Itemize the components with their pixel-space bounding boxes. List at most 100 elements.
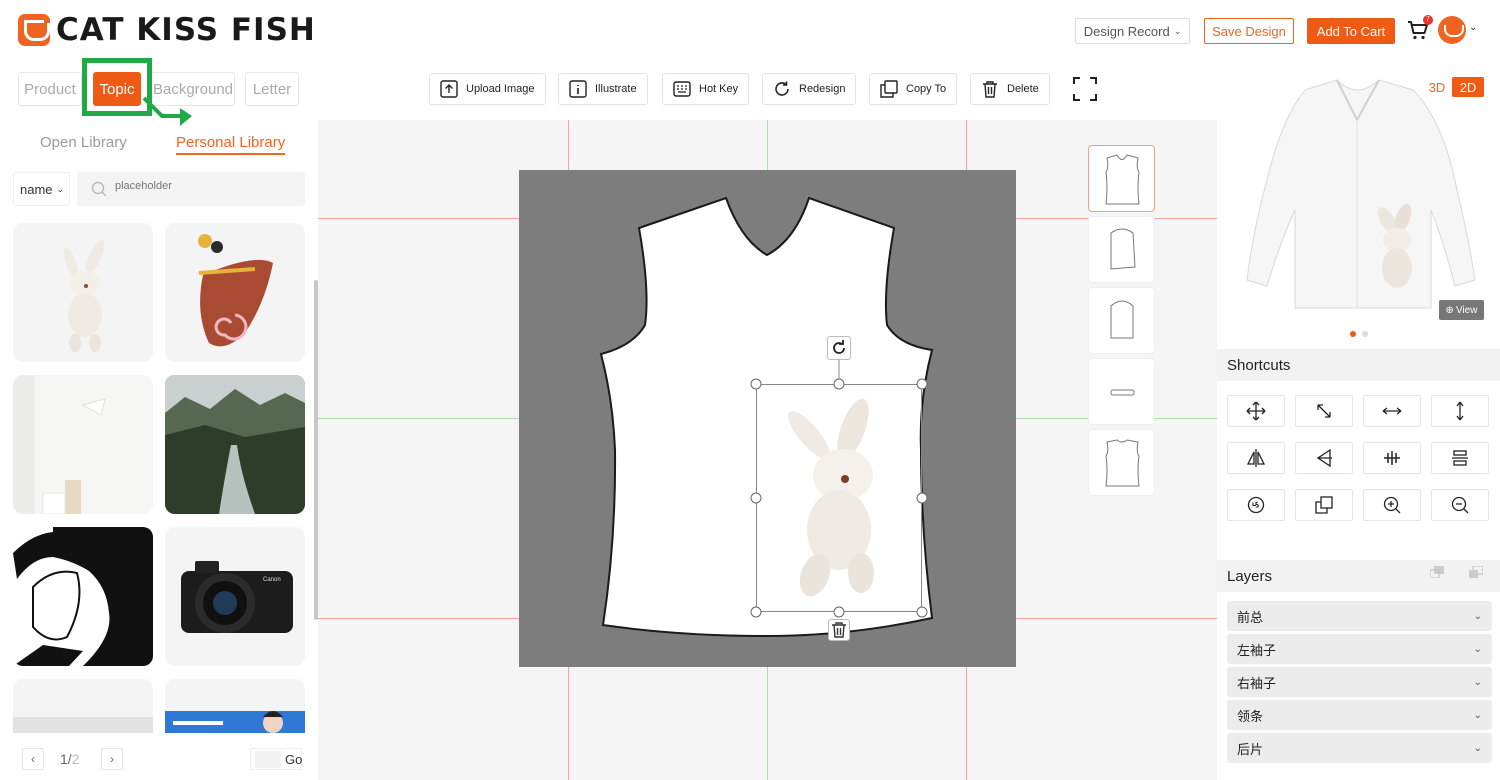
next-page-button[interactable]: ›: [101, 748, 123, 770]
illustrate-button[interactable]: Illustrate: [558, 73, 648, 105]
duplicate-icon: [1315, 496, 1333, 514]
front-piece-icon: [1105, 154, 1140, 205]
asset-card-anime[interactable]: [13, 527, 153, 666]
zoom-in-button[interactable]: [1363, 489, 1421, 521]
hot-key-label: Hot Key: [699, 83, 739, 95]
user-avatar[interactable]: [1438, 16, 1466, 44]
redesign-button[interactable]: Redesign: [762, 73, 857, 105]
canon-camera-image: Canon: [181, 561, 293, 633]
piece-right-sleeve[interactable]: [1088, 287, 1155, 354]
page-jump-input[interactable]: [255, 751, 281, 768]
align-center-vertical-button[interactable]: [1363, 442, 1421, 474]
mode-2d-button[interactable]: 2D: [1452, 77, 1484, 97]
stretch-vertical-icon: [1456, 401, 1464, 421]
layer-item[interactable]: 领条 ⌄: [1227, 700, 1492, 730]
copy-icon: [880, 80, 898, 98]
tab-letter[interactable]: Letter: [245, 72, 299, 106]
asset-card-camera[interactable]: Canon: [165, 527, 305, 666]
save-design-button[interactable]: Save Design: [1204, 18, 1294, 44]
layer-item[interactable]: 前总 ⌄: [1227, 601, 1492, 631]
piece-collar[interactable]: [1088, 358, 1155, 425]
asset-library-panel: Product Topic Background Letter Open Lib…: [0, 58, 318, 780]
duplicate-button[interactable]: [1295, 489, 1353, 521]
artboard[interactable]: [519, 170, 1016, 667]
piece-back[interactable]: [1088, 429, 1155, 496]
design-record-label: Design Record: [1083, 23, 1170, 39]
carousel-dot-active[interactable]: [1350, 331, 1356, 337]
layer-item[interactable]: 右袖子 ⌄: [1227, 667, 1492, 697]
brand-name: CAT KISS FISH: [56, 12, 316, 48]
move-button[interactable]: [1227, 395, 1285, 427]
pagination: ‹ 1/2 › Go: [0, 740, 318, 780]
design-record-dropdown[interactable]: Design Record ⌄: [1075, 18, 1190, 44]
prev-page-button[interactable]: ‹: [22, 748, 44, 770]
top-header: CAT KISS FISH Design Record ⌄ Save Desig…: [0, 0, 1500, 60]
upload-image-button[interactable]: Upload Image: [429, 73, 546, 105]
white-photo-image: [13, 717, 153, 733]
view-button[interactable]: ⊕ View: [1439, 300, 1484, 320]
copy-to-label: Copy To: [906, 83, 947, 95]
tab-product[interactable]: Product: [18, 72, 82, 106]
send-backward-icon[interactable]: [1469, 566, 1483, 578]
asset-grid: Canon: [13, 223, 313, 733]
asset-card-blue-banner[interactable]: [165, 679, 305, 733]
collar-piece-icon: [1110, 389, 1135, 396]
layer-item[interactable]: 后片 ⌄: [1227, 733, 1492, 763]
sort-select[interactable]: name ⌄: [13, 172, 70, 206]
view-label: View: [1455, 304, 1478, 316]
carousel-dot[interactable]: [1362, 331, 1368, 337]
shortcuts-header: Shortcuts: [1217, 349, 1500, 381]
asset-card-lamp[interactable]: [13, 375, 153, 514]
redesign-label: Redesign: [799, 83, 846, 95]
bring-forward-icon[interactable]: [1430, 566, 1444, 578]
upload-icon: [440, 80, 458, 98]
fullscreen-button[interactable]: [1071, 75, 1099, 103]
search-input[interactable]: [115, 180, 295, 192]
asset-card-white-photo[interactable]: [13, 679, 153, 733]
piece-front[interactable]: [1088, 145, 1155, 212]
layer-label: 领条: [1237, 708, 1264, 724]
tab-personal-library[interactable]: Personal Library: [176, 134, 286, 155]
zoom-out-button[interactable]: [1431, 489, 1489, 521]
stretch-horizontal-button[interactable]: [1363, 395, 1421, 427]
layer-item[interactable]: 左袖子 ⌄: [1227, 634, 1492, 664]
asset-card-mountain[interactable]: [165, 375, 305, 514]
cat-logo-icon: [18, 14, 50, 46]
current-page: 1: [60, 751, 68, 767]
rotate-handle[interactable]: [827, 336, 851, 360]
zoom-out-icon: [1451, 496, 1469, 514]
anime-portrait-image: [13, 527, 153, 666]
align-center-horizontal-icon: [1452, 450, 1468, 466]
search-box: [77, 172, 305, 206]
illustrate-label: Illustrate: [595, 83, 637, 95]
brand-logo[interactable]: CAT KISS FISH: [18, 12, 316, 48]
mode-3d-button[interactable]: 3D: [1422, 77, 1452, 97]
design-canvas[interactable]: [318, 120, 1217, 780]
flip-horizontal-button[interactable]: [1227, 442, 1285, 474]
go-button[interactable]: Go: [285, 752, 302, 767]
page-indicator: 1/2: [60, 751, 79, 767]
chevron-down-icon[interactable]: ⌄: [1469, 22, 1477, 33]
move-icon: [1246, 401, 1266, 421]
add-to-cart-button[interactable]: Add To Cart: [1307, 18, 1395, 44]
stretch-vertical-button[interactable]: [1431, 395, 1489, 427]
total-pages: 2: [71, 751, 80, 767]
canvas-toolbar: Upload Image Illustrate Hot Key Redesign…: [318, 60, 1217, 120]
refresh-icon: [775, 81, 789, 96]
asset-card-bunny[interactable]: [13, 223, 153, 362]
page-jump[interactable]: Go: [250, 748, 302, 770]
delete-button[interactable]: Delete: [970, 73, 1050, 105]
align-center-horizontal-button[interactable]: [1431, 442, 1489, 474]
layer-delete-handle[interactable]: [828, 619, 850, 641]
copy-to-button[interactable]: Copy To: [869, 73, 958, 105]
hot-key-button[interactable]: Hot Key: [662, 73, 750, 105]
shrink-diagonal-button[interactable]: [1295, 395, 1353, 427]
align-center-vertical-icon: [1384, 451, 1400, 465]
flip-vertical-button[interactable]: [1295, 442, 1353, 474]
chevron-down-icon: ⌄: [1473, 643, 1482, 655]
tab-open-library[interactable]: Open Library: [40, 134, 127, 151]
rotate-45-button[interactable]: [1227, 489, 1285, 521]
asset-card-abstract[interactable]: [165, 223, 305, 362]
piece-left-sleeve[interactable]: [1088, 216, 1155, 283]
chevron-down-icon: ⌄: [1473, 709, 1482, 721]
